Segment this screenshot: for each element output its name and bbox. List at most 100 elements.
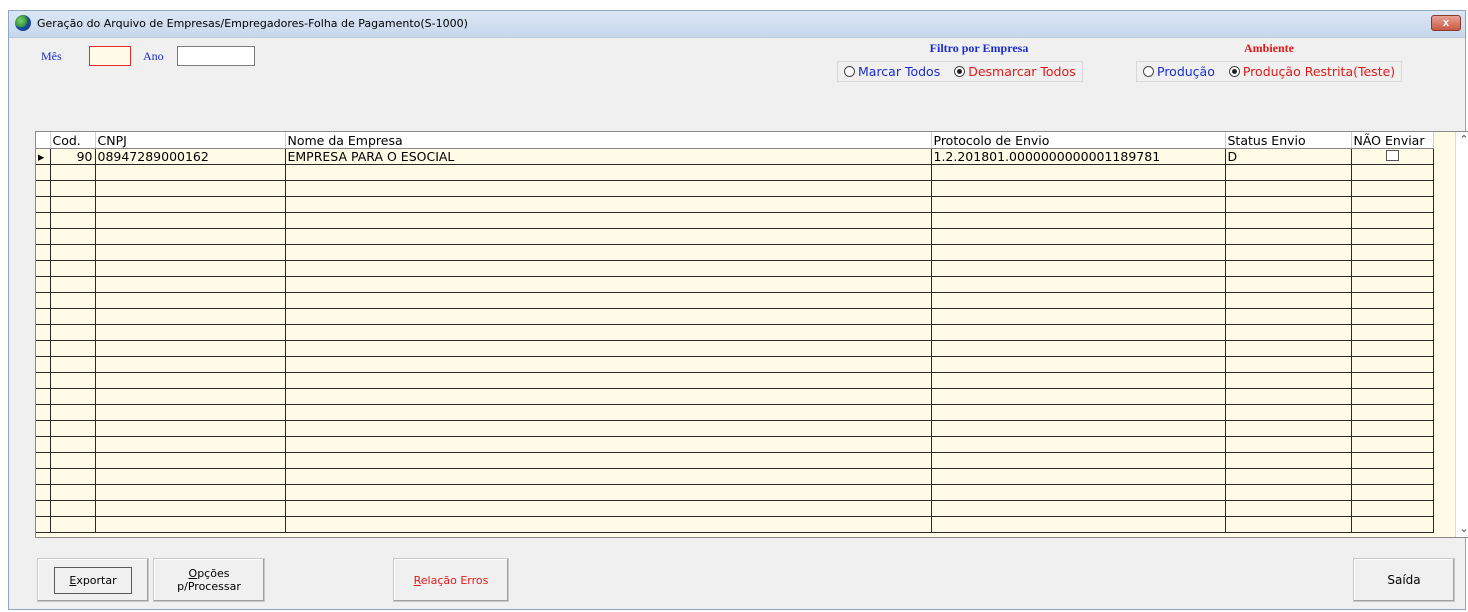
grid-cell[interactable] bbox=[285, 324, 932, 341]
table-row[interactable] bbox=[36, 292, 1434, 309]
grid-cell[interactable] bbox=[931, 244, 1226, 261]
grid-cell[interactable] bbox=[285, 228, 932, 245]
table-row[interactable] bbox=[36, 164, 1434, 181]
table-row[interactable] bbox=[36, 484, 1434, 501]
grid-cell[interactable] bbox=[285, 276, 932, 293]
grid-cell[interactable] bbox=[1225, 340, 1352, 357]
saida-button[interactable]: Saída bbox=[1353, 558, 1455, 602]
table-row[interactable] bbox=[36, 196, 1434, 213]
grid-cell[interactable] bbox=[50, 212, 96, 229]
grid-cell[interactable] bbox=[285, 500, 932, 517]
grid-cell[interactable] bbox=[931, 340, 1226, 357]
grid-cell[interactable] bbox=[1351, 308, 1434, 325]
grid-cell[interactable] bbox=[95, 436, 286, 453]
radio-marcar-todos[interactable]: Marcar Todos bbox=[844, 64, 940, 79]
grid-cell[interactable] bbox=[1225, 452, 1352, 469]
grid-cell[interactable] bbox=[50, 388, 96, 405]
grid-cell[interactable] bbox=[1225, 372, 1352, 389]
close-button[interactable]: x bbox=[1431, 15, 1461, 31]
grid-cell[interactable] bbox=[95, 484, 286, 501]
grid-cell[interactable] bbox=[50, 468, 96, 485]
grid-cell[interactable] bbox=[1225, 484, 1352, 501]
grid-cell[interactable] bbox=[50, 260, 96, 277]
grid-cell[interactable] bbox=[95, 180, 286, 197]
grid-cell[interactable] bbox=[1351, 404, 1434, 421]
table-row[interactable] bbox=[36, 500, 1434, 517]
grid-cell[interactable] bbox=[50, 452, 96, 469]
nao-enviar-checkbox[interactable] bbox=[1385, 150, 1399, 161]
grid-cell[interactable] bbox=[50, 372, 96, 389]
grid-cell[interactable] bbox=[285, 340, 932, 357]
grid-cell[interactable] bbox=[1351, 260, 1434, 277]
grid-cell[interactable] bbox=[95, 452, 286, 469]
grid-cell[interactable] bbox=[50, 292, 96, 309]
grid-cell[interactable] bbox=[95, 516, 286, 533]
grid-cell[interactable] bbox=[285, 388, 932, 405]
grid-cell[interactable] bbox=[1351, 468, 1434, 485]
grid-cell[interactable] bbox=[50, 244, 96, 261]
grid-cell[interactable] bbox=[285, 484, 932, 501]
cell-protocolo[interactable]: 1.2.201801.0000000000001189781 bbox=[931, 148, 1226, 165]
grid-cell[interactable] bbox=[931, 500, 1226, 517]
grid-cell[interactable] bbox=[285, 164, 932, 181]
grid-cell[interactable] bbox=[285, 420, 932, 437]
grid-cell[interactable] bbox=[1225, 308, 1352, 325]
grid-cell[interactable] bbox=[95, 500, 286, 517]
table-row[interactable] bbox=[36, 356, 1434, 373]
grid-cell[interactable] bbox=[931, 308, 1226, 325]
table-row[interactable] bbox=[36, 324, 1434, 341]
radio-producao-restrita[interactable]: Produção Restrita(Teste) bbox=[1228, 64, 1395, 79]
header-nome[interactable]: Nome da Empresa bbox=[285, 132, 932, 149]
grid-cell[interactable] bbox=[931, 516, 1226, 533]
grid-cell[interactable] bbox=[50, 500, 96, 517]
grid-cell[interactable] bbox=[50, 196, 96, 213]
grid-cell[interactable] bbox=[50, 228, 96, 245]
grid-cell[interactable] bbox=[1351, 212, 1434, 229]
grid-cell[interactable] bbox=[931, 372, 1226, 389]
grid-cell[interactable] bbox=[931, 276, 1226, 293]
grid-cell[interactable] bbox=[931, 260, 1226, 277]
grid-cell[interactable] bbox=[285, 452, 932, 469]
grid-cell[interactable] bbox=[1351, 324, 1434, 341]
grid-cell[interactable] bbox=[285, 292, 932, 309]
grid-cell[interactable] bbox=[1225, 164, 1352, 181]
grid-cell[interactable] bbox=[1351, 244, 1434, 261]
grid-cell[interactable] bbox=[285, 244, 932, 261]
grid-cell[interactable] bbox=[50, 164, 96, 181]
opcoes-processar-button[interactable]: Opções p/Processar bbox=[153, 558, 265, 602]
grid-cell[interactable] bbox=[95, 292, 286, 309]
grid-cell[interactable] bbox=[1351, 276, 1434, 293]
table-row[interactable] bbox=[36, 228, 1434, 245]
grid-cell[interactable] bbox=[931, 228, 1226, 245]
cell-nao-enviar[interactable] bbox=[1351, 148, 1434, 165]
grid-cell[interactable] bbox=[1351, 164, 1434, 181]
grid-cell[interactable] bbox=[285, 356, 932, 373]
grid-cell[interactable] bbox=[95, 308, 286, 325]
grid-cell[interactable] bbox=[1351, 452, 1434, 469]
grid-cell[interactable] bbox=[1351, 180, 1434, 197]
grid-cell[interactable] bbox=[1351, 500, 1434, 517]
table-row[interactable] bbox=[36, 340, 1434, 357]
table-row[interactable] bbox=[36, 404, 1434, 421]
grid-cell[interactable] bbox=[50, 436, 96, 453]
radio-desmarcar-todos[interactable]: Desmarcar Todos bbox=[954, 64, 1076, 79]
grid-cell[interactable] bbox=[1225, 276, 1352, 293]
table-row[interactable] bbox=[36, 468, 1434, 485]
grid-cell[interactable] bbox=[285, 372, 932, 389]
grid-cell[interactable] bbox=[95, 324, 286, 341]
grid-cell[interactable] bbox=[1351, 388, 1434, 405]
grid-cell[interactable] bbox=[931, 212, 1226, 229]
grid-cell[interactable] bbox=[931, 196, 1226, 213]
grid-cell[interactable] bbox=[1225, 292, 1352, 309]
cell-cnpj[interactable]: 08947289000162 bbox=[95, 148, 286, 165]
grid-cell[interactable] bbox=[1225, 260, 1352, 277]
radio-producao[interactable]: Produção bbox=[1143, 64, 1215, 79]
table-row[interactable] bbox=[36, 372, 1434, 389]
grid-cell[interactable] bbox=[1225, 244, 1352, 261]
grid-cell[interactable] bbox=[285, 308, 932, 325]
grid-cell[interactable] bbox=[1225, 324, 1352, 341]
grid-cell[interactable] bbox=[931, 388, 1226, 405]
table-row[interactable] bbox=[36, 452, 1434, 469]
grid-cell[interactable] bbox=[95, 356, 286, 373]
grid-cell[interactable] bbox=[285, 180, 932, 197]
